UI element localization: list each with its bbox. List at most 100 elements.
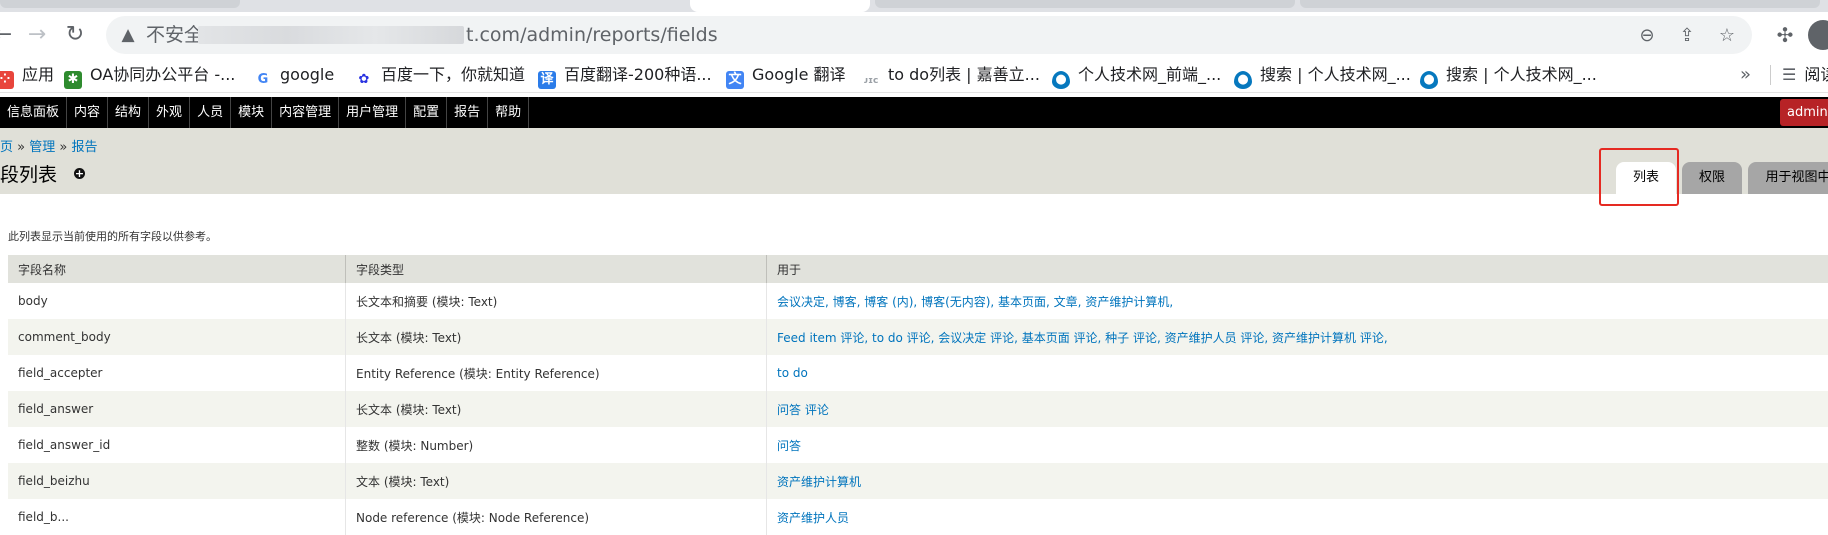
admin-menu-help[interactable]: 帮助 xyxy=(488,97,529,128)
used-in-links[interactable]: to do xyxy=(777,366,808,380)
bookmark-item[interactable]: ● 个人技术网_前端_... xyxy=(1052,58,1221,92)
bookmark-label: 个人技术网_前端_... xyxy=(1078,65,1221,84)
table-row: field_answer_id 整数 (模块: Number) 问答 xyxy=(8,427,1828,463)
admin-menu-content-management[interactable]: 内容管理 xyxy=(272,97,339,128)
bookmark-label: 搜索 | 个人技术网_... xyxy=(1446,65,1597,84)
google-g-icon: G xyxy=(254,71,272,89)
baidu-translate-icon: 译 xyxy=(538,71,556,89)
used-in-links[interactable]: 问答 评论 xyxy=(777,403,829,417)
drupal-drop-icon: ● xyxy=(1052,71,1070,89)
zoom-icon[interactable]: ⊖ xyxy=(1636,25,1658,46)
used-in-cell: Feed item 评论, to do 评论, 会议决定 评论, 基本页面 评论… xyxy=(767,319,1828,355)
used-in-cell: 资产维护人员 xyxy=(767,499,1828,535)
bookmark-label: 应用 xyxy=(22,65,54,84)
breadcrumb-separator: » xyxy=(13,140,29,155)
extensions-puzzle-icon[interactable]: ✣ xyxy=(1770,20,1800,50)
used-in-links[interactable]: 会议决定, 博客, 博客 (内), 博客(无内容), 基本页面, 文章, 资产维… xyxy=(777,295,1173,309)
field-type-cell: Node reference (模块: Node Reference) xyxy=(346,499,767,535)
not-secure-label[interactable]: 不安全 xyxy=(146,16,203,54)
google-translate-icon: 文 xyxy=(726,71,744,89)
used-in-links[interactable]: 问答 xyxy=(777,439,801,453)
used-in-cell: 会议决定, 博客, 博客 (内), 博客(无内容), 基本页面, 文章, 资产维… xyxy=(767,283,1828,319)
todo-site-icon: ᴊɪᴄ xyxy=(862,72,880,90)
bookmarks-divider xyxy=(1770,65,1771,85)
column-header-used-in[interactable]: 用于 xyxy=(767,255,1828,283)
address-bar[interactable]: ▲ 不安全 t.com/admin/reports/fields ⊖ ⇪ ☆ xyxy=(106,16,1752,54)
used-in-links[interactable]: 资产维护人员 xyxy=(777,511,849,525)
bookmark-item[interactable]: 译百度翻译-200种语... xyxy=(538,58,712,92)
column-header-field-type[interactable]: 字段类型 xyxy=(346,255,767,283)
bookmark-item[interactable]: ●搜索 | 个人技术网_... xyxy=(1420,58,1597,92)
used-in-links[interactable]: 资产维护计算机 xyxy=(777,475,861,489)
admin-menu-appearance[interactable]: 外观 xyxy=(149,97,190,128)
reading-list-icon: ☰ xyxy=(1782,65,1796,84)
forward-icon[interactable]: → xyxy=(22,20,52,50)
page-description: 此列表显示当前使用的所有字段以供参考。 xyxy=(8,228,217,244)
reload-icon[interactable]: ↻ xyxy=(60,20,90,50)
browser-tab[interactable] xyxy=(1300,0,1820,8)
bookmark-item[interactable]: ✿百度一下，你就知道 xyxy=(355,58,525,92)
warning-triangle-icon[interactable]: ▲ xyxy=(116,23,140,47)
admin-menu-configuration[interactable]: 配置 xyxy=(406,97,447,128)
url-text[interactable]: t.com/admin/reports/fields xyxy=(466,16,718,54)
bookmark-label: google xyxy=(280,65,334,84)
admin-menu-dashboard[interactable]: 信息面板 xyxy=(0,97,67,128)
browser-toolbar: ← → ↻ ▲ 不安全 t.com/admin/reports/fields ⊖… xyxy=(0,12,1828,58)
breadcrumb-admin[interactable]: 管理 xyxy=(29,140,55,155)
field-type-cell: 长文本 (模块: Text) xyxy=(346,319,767,355)
field-name-cell: comment_body xyxy=(8,319,346,355)
breadcrumb-reports[interactable]: 报告 xyxy=(71,140,97,155)
browser-tab[interactable] xyxy=(875,0,1295,8)
field-type-cell: 长文本和摘要 (模块: Text) xyxy=(346,283,767,319)
baidu-paw-icon: ✿ xyxy=(355,71,373,89)
bookmark-label: 搜索 | 个人技术网_... xyxy=(1260,65,1411,84)
field-name-cell: body xyxy=(8,283,346,319)
bookmarks-overflow-icon[interactable]: » xyxy=(1740,58,1751,92)
bookmark-star-icon[interactable]: ☆ xyxy=(1716,25,1738,46)
tab-permissions[interactable]: 权限 xyxy=(1682,162,1742,194)
field-name-cell: field_accepter xyxy=(8,355,346,391)
used-in-cell: to do xyxy=(767,355,1828,391)
bookmark-label: OA协同办公平台 -... xyxy=(90,65,235,84)
share-icon[interactable]: ⇪ xyxy=(1676,25,1698,46)
column-header-field-name[interactable]: 字段名称 xyxy=(8,255,346,283)
browser-tab[interactable] xyxy=(0,0,240,8)
fields-table: 字段名称 字段类型 用于 body 长文本和摘要 (模块: Text) 会议决定… xyxy=(8,255,1828,535)
oa-gear-icon: ✱ xyxy=(64,71,82,89)
tab-used-in-views[interactable]: 用于视图中 xyxy=(1748,162,1828,194)
redacted-domain xyxy=(198,26,464,44)
bookmark-item[interactable]: ●搜索 | 个人技术网_... xyxy=(1234,58,1411,92)
back-icon[interactable]: ← xyxy=(0,20,18,50)
bookmark-item[interactable]: ⁘应用 xyxy=(0,58,54,92)
bookmark-label: Google 翻译 xyxy=(752,65,846,84)
field-name-cell: field_b... xyxy=(8,499,346,535)
bookmark-item[interactable]: ᴊɪᴄ to do列表 | 嘉善立... xyxy=(862,58,1040,92)
browser-tab-active[interactable] xyxy=(690,0,870,12)
admin-menu-content[interactable]: 内容 xyxy=(67,97,108,128)
bookmark-label: 百度翻译-200种语... xyxy=(564,65,712,84)
profile-avatar-icon[interactable] xyxy=(1808,20,1828,50)
page-header: 页 » 管理 » 报告 字段列表 + 列表 权限 用于视图中 xyxy=(0,128,1828,194)
used-in-cell: 问答 评论 xyxy=(767,391,1828,427)
bookmark-item[interactable]: ✱ OA协同办公平台 -... xyxy=(64,58,235,92)
used-in-cell: 资产维护计算机 xyxy=(767,463,1828,499)
bookmark-label: to do列表 | 嘉善立... xyxy=(888,65,1040,84)
field-type-cell: 长文本 (模块: Text) xyxy=(346,391,767,427)
table-row: comment_body 长文本 (模块: Text) Feed item 评论… xyxy=(8,319,1828,355)
bookmark-item[interactable]: Ggoogle xyxy=(254,58,334,92)
field-name-cell: field_beizhu xyxy=(8,463,346,499)
admin-user-button[interactable]: admin xyxy=(1780,99,1828,126)
admin-menu-reports[interactable]: 报告 xyxy=(447,97,488,128)
admin-menu-user-management[interactable]: 用户管理 xyxy=(339,97,406,128)
admin-menu-bar: 信息面板 内容 结构 外观 人员 模块 内容管理 用户管理 配置 报告 帮助 a… xyxy=(0,97,1828,128)
reading-list-button[interactable]: ☰阅读 xyxy=(1782,58,1828,92)
admin-menu-structure[interactable]: 结构 xyxy=(108,97,149,128)
highlight-box xyxy=(1599,148,1679,206)
used-in-links[interactable]: Feed item 评论, to do 评论, 会议决定 评论, 基本页面 评论… xyxy=(777,331,1388,345)
admin-menu-modules[interactable]: 模块 xyxy=(231,97,272,128)
admin-menu-people[interactable]: 人员 xyxy=(190,97,231,128)
breadcrumb-home[interactable]: 页 xyxy=(0,140,13,155)
table-row: body 长文本和摘要 (模块: Text) 会议决定, 博客, 博客 (内),… xyxy=(8,283,1828,319)
bookmark-item[interactable]: 文 Google 翻译 xyxy=(726,58,846,92)
primary-tabs: 列表 权限 用于视图中 xyxy=(0,162,1828,194)
